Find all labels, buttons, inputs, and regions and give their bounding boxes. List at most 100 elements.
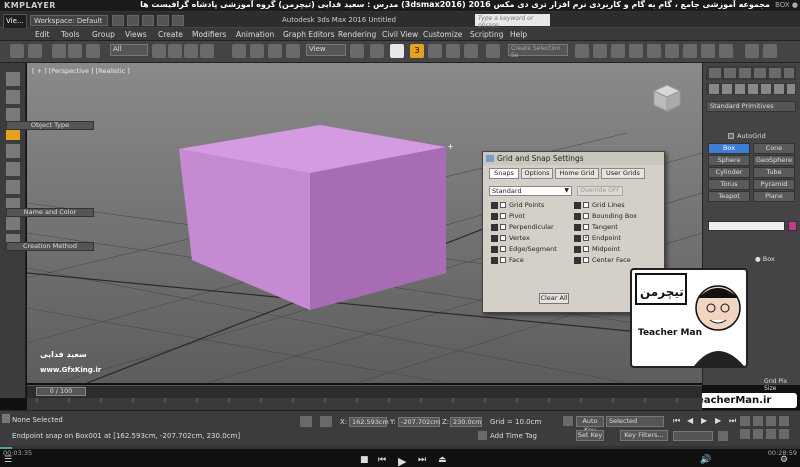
snap-center-face[interactable]: Center Face	[574, 256, 631, 265]
redo-icon[interactable]	[172, 15, 184, 26]
menu-views[interactable]: Views	[125, 30, 147, 39]
player-play-icon[interactable]: ▶	[398, 455, 406, 467]
add-time-tag[interactable]: Add Time Tag	[490, 432, 537, 440]
geosphere-button[interactable]: GeoSphere	[753, 155, 795, 166]
object-type-header[interactable]: Object Type	[6, 121, 94, 130]
torus-button[interactable]: Torus	[708, 179, 750, 190]
snap-checkbox[interactable]	[583, 246, 589, 252]
player-volume-icon[interactable]: 🔊	[700, 455, 711, 465]
helpers-icon[interactable]	[761, 84, 771, 94]
window-crossing-icon[interactable]	[200, 44, 214, 58]
tube-button[interactable]: Tube	[753, 167, 795, 178]
snap-checkbox[interactable]	[500, 235, 506, 241]
selection-filter-dropdown[interactable]: All	[110, 44, 148, 56]
box-button[interactable]: Box	[708, 143, 750, 154]
snap-midpoint[interactable]: Midpoint	[574, 245, 620, 254]
fov-icon[interactable]	[740, 429, 750, 439]
snap-pivot[interactable]: Pivot	[491, 212, 525, 221]
create-tab-icon[interactable]	[709, 68, 721, 78]
schematic-view-icon[interactable]	[647, 44, 661, 58]
absolute-mode-icon[interactable]	[320, 416, 332, 427]
tab-options[interactable]: Options	[521, 168, 553, 179]
menu-rendering[interactable]: Rendering	[338, 30, 376, 39]
snap-checkbox[interactable]	[500, 213, 506, 219]
helper-icon[interactable]	[6, 108, 20, 122]
menu-modifiers[interactable]: Modifiers	[192, 30, 226, 39]
align-icon[interactable]	[593, 44, 607, 58]
modify-tab-icon[interactable]	[724, 68, 736, 78]
goto-start-icon[interactable]: ⏮	[673, 416, 680, 426]
zoom-all-icon[interactable]	[753, 416, 763, 426]
current-frame-field[interactable]	[673, 431, 713, 441]
snap-checkbox[interactable]	[500, 257, 506, 263]
rotate-icon[interactable]	[250, 44, 264, 58]
snap-endpoint[interactable]: Endpoint	[574, 233, 621, 243]
material-editor-icon[interactable]	[665, 44, 679, 58]
snap-checkbox[interactable]	[500, 202, 506, 208]
player-menu-icon[interactable]: ☰	[4, 455, 12, 465]
teapot-button[interactable]: Teapot	[708, 191, 750, 202]
snap-grid-lines[interactable]: Grid Lines	[574, 201, 625, 210]
tab-user-grids[interactable]: User Grids	[601, 168, 645, 179]
rendered-frame-icon[interactable]	[701, 44, 715, 58]
key-icon[interactable]	[563, 416, 573, 426]
time-slider-frame[interactable]: 0 / 100	[36, 387, 86, 396]
clear-all-button[interactable]: Clear All	[539, 293, 569, 304]
xy-icon[interactable]	[6, 216, 20, 230]
snap-tangent[interactable]: Tangent	[574, 223, 618, 232]
shapes-icon[interactable]	[722, 84, 732, 94]
redo-icon[interactable]	[28, 44, 42, 58]
systems-icon[interactable]	[787, 84, 795, 94]
flatten-icon[interactable]	[6, 162, 20, 176]
snap-checkbox[interactable]	[583, 257, 589, 263]
undo-icon[interactable]	[157, 15, 169, 26]
pan-icon[interactable]	[753, 429, 763, 439]
object-name-field[interactable]	[708, 221, 785, 231]
time-slider[interactable]	[27, 385, 702, 398]
time-tag-icon[interactable]	[478, 431, 487, 440]
open-file-icon[interactable]	[127, 15, 139, 26]
key-filters-button[interactable]: Key Filters...	[620, 430, 668, 441]
next-frame-icon[interactable]: ▶	[715, 416, 721, 425]
set-key-button[interactable]: Set Key	[576, 430, 604, 441]
menu-group[interactable]: Group	[92, 30, 115, 39]
menu-help[interactable]: Help	[510, 30, 527, 39]
dialog-title[interactable]: Grid and Snap Settings	[483, 152, 664, 165]
space-warps-icon[interactable]	[774, 84, 784, 94]
goto-end-icon[interactable]: ⏭	[729, 416, 736, 426]
percent-snap-icon[interactable]	[446, 44, 460, 58]
save-file-icon[interactable]	[142, 15, 154, 26]
display-tab-icon[interactable]	[769, 68, 781, 78]
snap-edge-segment[interactable]: Edge/Segment	[491, 245, 557, 254]
render-production-icon[interactable]	[719, 44, 733, 58]
snap-checkbox[interactable]	[583, 224, 589, 230]
creation-method-option[interactable]: ● Box	[755, 255, 775, 263]
y-coordinate-field[interactable]: -207.702cm	[398, 417, 440, 427]
object-color-swatch[interactable]	[788, 221, 797, 231]
player-settings-icon[interactable]: ⚙	[780, 455, 788, 465]
autogrid-box[interactable]	[728, 133, 734, 139]
pyramid-button[interactable]: Pyramid	[753, 179, 795, 190]
select-by-name-icon[interactable]	[168, 44, 182, 58]
auto-key-button[interactable]: Auto Key	[576, 416, 604, 434]
cylinder-button[interactable]: Cylinder	[708, 167, 750, 178]
player-previous-icon[interactable]: ⏮	[378, 455, 386, 465]
named-selection-sets[interactable]: Create Selection Se	[508, 44, 568, 59]
player-next-icon[interactable]: ⏭	[418, 455, 426, 465]
render-iterative-icon[interactable]	[745, 44, 759, 58]
zoom-extents-icon[interactable]	[766, 416, 776, 426]
lock-selection-icon[interactable]	[300, 416, 312, 427]
menu-graph-editors[interactable]: Graph Editors	[283, 30, 335, 39]
zoom-icon[interactable]	[740, 416, 750, 426]
select-object-icon[interactable]	[152, 44, 166, 58]
time-config-icon[interactable]	[718, 431, 728, 441]
geometry-icon[interactable]	[709, 84, 719, 94]
menu-tools[interactable]: Tools	[61, 30, 79, 39]
snap-face[interactable]: Face	[491, 256, 524, 265]
bone-icon[interactable]	[6, 90, 20, 104]
key-mode-dropdown[interactable]: Selected	[606, 416, 664, 427]
placement-icon[interactable]	[286, 44, 300, 58]
new-file-icon[interactable]	[112, 15, 124, 26]
workspace-dropdown[interactable]: Workspace: Default	[30, 15, 108, 26]
zoom-extents-all-icon[interactable]	[779, 416, 789, 426]
